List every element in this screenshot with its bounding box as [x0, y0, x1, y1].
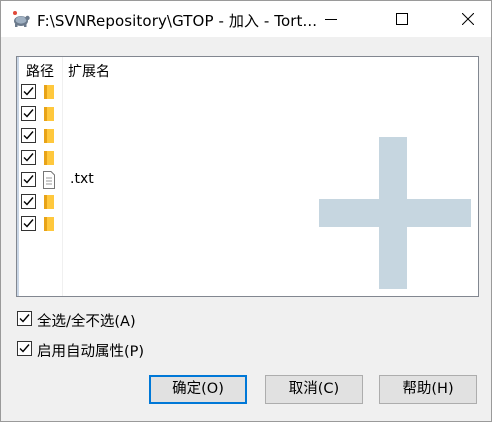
list-item[interactable]	[21, 147, 476, 169]
column-header-extension[interactable]: 扩展名	[68, 61, 110, 81]
ok-button[interactable]: 确定(O)	[149, 375, 247, 404]
close-button[interactable]	[445, 1, 491, 37]
maximize-icon	[396, 13, 408, 25]
checkmark-icon	[23, 87, 34, 96]
item-checkbox[interactable]	[21, 216, 36, 231]
list-item[interactable]	[21, 103, 476, 125]
auto-props-checkbox[interactable]	[17, 341, 32, 356]
folder-icon	[42, 193, 56, 211]
checkmark-icon	[23, 175, 34, 184]
close-icon	[462, 13, 474, 25]
list-item[interactable]	[21, 191, 476, 213]
list-left-edge	[17, 57, 19, 296]
window-title: F:\SVNRepository\GTOP - 加入 - Tort...	[37, 12, 318, 30]
file-icon	[42, 171, 56, 189]
checkmark-icon	[19, 344, 30, 353]
item-checkbox[interactable]	[21, 128, 36, 143]
cancel-button[interactable]: 取消(C)	[265, 375, 363, 404]
folder-icon	[42, 105, 56, 123]
item-checkbox[interactable]	[21, 106, 36, 121]
item-checkbox[interactable]	[21, 194, 36, 209]
item-checkbox[interactable]	[21, 172, 36, 187]
title-bar: F:\SVNRepository\GTOP - 加入 - Tort...	[1, 1, 491, 37]
checkmark-icon	[23, 131, 34, 140]
folder-icon	[42, 149, 56, 167]
column-header-path[interactable]: 路径	[26, 61, 54, 81]
folder-icon	[42, 127, 56, 145]
maximize-button[interactable]	[379, 1, 425, 37]
checkmark-icon	[19, 314, 30, 323]
list-item[interactable]	[21, 213, 476, 235]
item-checkbox[interactable]	[21, 150, 36, 165]
checkmark-icon	[23, 109, 34, 118]
item-checkbox[interactable]	[21, 84, 36, 99]
file-list[interactable]: 路径 扩展名 .txt	[16, 56, 479, 297]
folder-icon	[42, 83, 56, 101]
add-dialog-window: F:\SVNRepository\GTOP - 加入 - Tort... 路径 …	[0, 0, 492, 422]
checkmark-icon	[23, 153, 34, 162]
select-all-label[interactable]: 全选/全不选(A)	[37, 310, 136, 331]
folder-icon	[42, 215, 56, 233]
minimize-icon	[325, 19, 337, 20]
tortoisesvn-icon	[11, 10, 31, 28]
minimize-button[interactable]	[308, 1, 354, 37]
list-item[interactable]	[21, 125, 476, 147]
list-item[interactable]	[21, 81, 476, 103]
item-extension: .txt	[70, 171, 94, 187]
help-button[interactable]: 帮助(H)	[379, 375, 477, 404]
checkmark-icon	[23, 197, 34, 206]
checkmark-icon	[23, 219, 34, 228]
list-item[interactable]: .txt	[21, 169, 476, 191]
select-all-checkbox[interactable]	[17, 311, 32, 326]
auto-props-label[interactable]: 启用自动属性(P)	[37, 340, 144, 361]
